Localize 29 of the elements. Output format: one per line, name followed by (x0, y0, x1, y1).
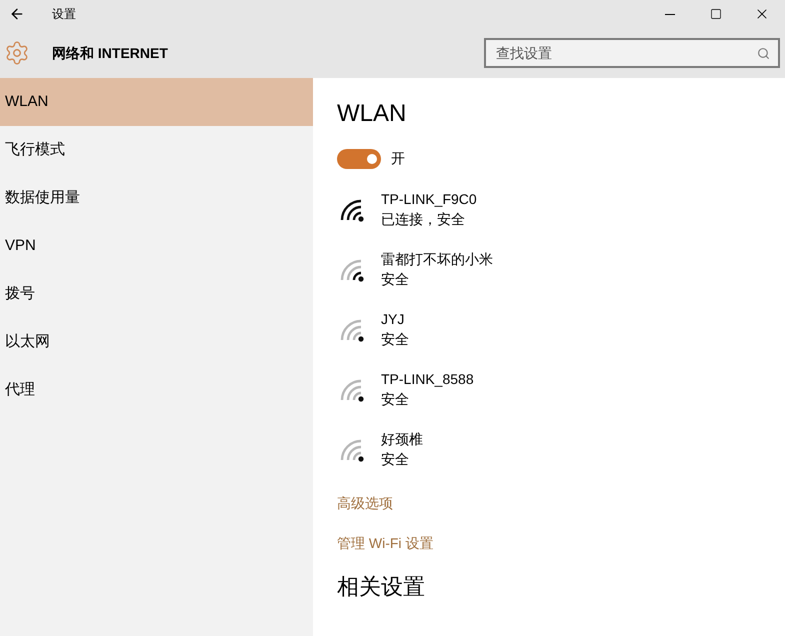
network-name[interactable]: 好颈椎 (381, 429, 423, 449)
network-status: 安全 (381, 330, 409, 349)
toggle-label: 开 (391, 149, 405, 168)
wifi-toggle[interactable] (337, 148, 381, 168)
search-icon (757, 47, 770, 60)
sidebar-item[interactable]: WLAN (0, 78, 313, 126)
sidebar-item[interactable]: 拨号 (0, 270, 313, 318)
settings-link[interactable]: 高级选项 (337, 493, 393, 513)
sidebar-item[interactable]: 飞行模式 (0, 126, 313, 174)
search-field[interactable]: 查找设置 (484, 38, 780, 68)
sidebar-item[interactable]: 数据使用量 (0, 174, 313, 222)
sidebar-item[interactable]: VPN (0, 222, 313, 270)
network-name[interactable]: 雷都打不坏的小米 (381, 249, 493, 269)
network-name[interactable]: TP-LINK_F9C0 (381, 189, 477, 209)
network-name[interactable]: TP-LINK_8588 (381, 369, 474, 389)
sidebar-item[interactable]: 以太网 (0, 318, 313, 366)
window-title: 设置 (52, 6, 76, 23)
network-name[interactable]: JYJ (381, 309, 404, 329)
settings-icon (4, 40, 30, 66)
network-status: 安全 (381, 390, 409, 409)
section-heading: 相关设置 (337, 573, 425, 601)
network-status: 已连接，安全 (381, 210, 465, 229)
settings-link[interactable]: 管理 Wi-Fi 设置 (337, 533, 434, 553)
network-status: 安全 (381, 270, 409, 289)
maximize-icon (710, 8, 722, 20)
sidebar-item[interactable]: 代理 (0, 366, 313, 414)
page-title: 网络和 INTERNET (52, 44, 168, 62)
network-status: 安全 (381, 450, 409, 469)
section-heading: WLAN (337, 99, 406, 129)
